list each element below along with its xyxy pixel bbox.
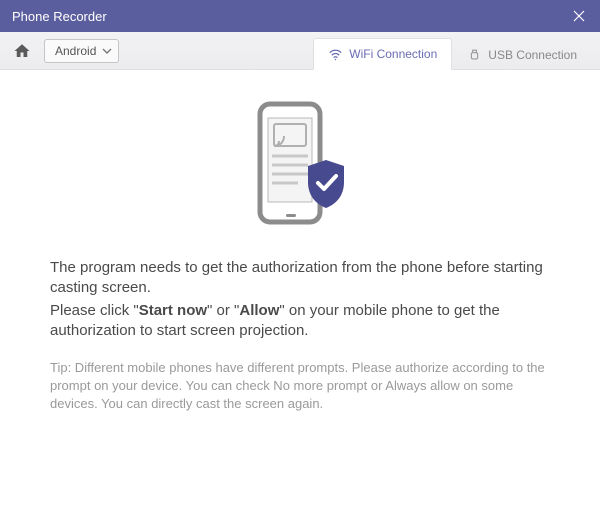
home-button[interactable] <box>8 37 36 65</box>
usb-icon <box>467 47 482 62</box>
platform-dropdown[interactable]: Android <box>44 39 119 63</box>
main-content: The program needs to get the authorizati… <box>0 70 600 434</box>
tab-wifi[interactable]: WiFi Connection <box>313 38 452 70</box>
window-title: Phone Recorder <box>12 9 107 24</box>
phone-illustration <box>50 100 550 230</box>
tab-usb[interactable]: USB Connection <box>452 38 592 70</box>
connection-tabs: WiFi Connection USB Connection <box>313 32 592 69</box>
allow-keyword: Allow <box>239 302 279 319</box>
instruction-text: The program needs to get the authorizati… <box>50 258 550 341</box>
toolbar: Android WiFi Connection USB Connection <box>0 32 600 70</box>
tip-text: Tip: Different mobile phones have differ… <box>50 359 550 414</box>
tab-usb-label: USB Connection <box>488 48 577 62</box>
wifi-icon <box>328 47 343 62</box>
instruction-line-1: The program needs to get the authorizati… <box>50 258 550 299</box>
close-button[interactable] <box>558 0 600 32</box>
platform-selected-label: Android <box>55 44 96 58</box>
instruction-line-2: Please click "Start now" or "Allow" on y… <box>50 301 550 342</box>
chevron-down-icon <box>102 46 112 56</box>
titlebar: Phone Recorder <box>0 0 600 32</box>
close-icon <box>573 10 585 22</box>
start-now-keyword: Start now <box>139 302 207 319</box>
tab-wifi-label: WiFi Connection <box>349 47 437 61</box>
home-icon <box>13 42 31 60</box>
phone-shield-icon <box>244 100 356 230</box>
